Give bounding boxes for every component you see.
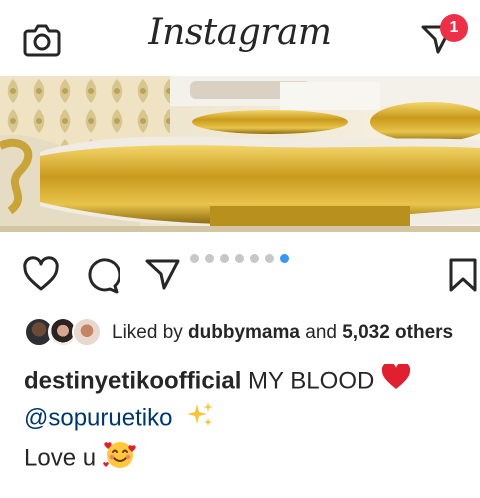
caption-line-3: Love u	[24, 438, 464, 480]
notification-badge: 1	[440, 14, 468, 42]
likes-others[interactable]: 5,032 others	[342, 322, 453, 343]
red-heart-icon	[381, 362, 411, 400]
caption-text: MY BLOOD	[241, 367, 381, 395]
post-caption: destinyetikoofficial MY BLOOD @sopurueti…	[24, 362, 464, 480]
liker-username[interactable]: dubbymama	[188, 322, 300, 343]
mention-link[interactable]: @sopuruetiko	[24, 404, 172, 431]
heart-icon[interactable]	[22, 256, 60, 294]
top-bar: Instagram 1	[0, 0, 480, 76]
caption-text: Love u	[24, 444, 103, 472]
avatar[interactable]	[72, 317, 102, 347]
caption-username[interactable]: destinyetikoofficial	[24, 367, 241, 394]
bookmark-icon[interactable]	[444, 256, 480, 294]
send-icon[interactable]	[144, 256, 182, 294]
caption-line-2: @sopuruetiko	[24, 400, 464, 438]
instagram-logo[interactable]: Instagram	[0, 12, 480, 53]
post-actions	[0, 250, 480, 300]
likes-summary[interactable]: Liked by dubbymama and 5,032 others	[112, 322, 453, 344]
sparkles-icon	[185, 400, 215, 438]
likes-prefix: Liked by	[112, 322, 189, 343]
smiling-face-with-hearts-icon	[102, 438, 137, 480]
likes-connector: and	[299, 322, 343, 343]
caption-line-1: destinyetikoofficial MY BLOOD	[24, 362, 464, 400]
liker-avatars[interactable]	[24, 317, 106, 349]
comment-icon[interactable]	[82, 256, 122, 294]
post-image[interactable]	[0, 76, 480, 232]
likes-row[interactable]: Liked by dubbymama and 5,032 others	[24, 316, 480, 350]
